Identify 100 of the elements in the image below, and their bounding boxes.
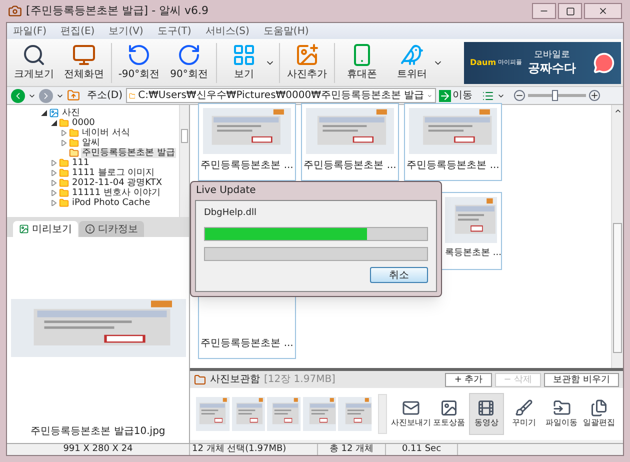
photo-icon bbox=[440, 399, 458, 417]
image-icon bbox=[19, 224, 29, 234]
collapse-arrow-icon[interactable] bbox=[41, 110, 47, 116]
magnifier-icon bbox=[22, 43, 46, 67]
menu-item[interactable]: 파일(F) bbox=[13, 24, 47, 38]
folder-icon bbox=[59, 158, 69, 168]
tree-item[interactable]: 사진 bbox=[61, 108, 81, 118]
expand-arrow-icon[interactable] bbox=[51, 160, 57, 166]
close-icon bbox=[598, 6, 608, 16]
folder-icon bbox=[128, 90, 136, 100]
thumbnail-label: 록등본초본 ... bbox=[445, 247, 502, 260]
brush-icon bbox=[514, 399, 533, 417]
tree-item[interactable]: iPod Photo Cache bbox=[71, 198, 152, 208]
tree-item[interactable]: 2012-11-04 광명KTX bbox=[71, 178, 164, 188]
expand-arrow-icon[interactable] bbox=[51, 170, 57, 176]
scrollbar[interactable] bbox=[611, 105, 623, 368]
bird-icon bbox=[400, 43, 424, 67]
action-button[interactable]: 동영상 bbox=[468, 393, 504, 435]
menu-item[interactable]: 도구(T) bbox=[157, 24, 192, 38]
photo-box-title: 사진보관함 bbox=[210, 373, 260, 387]
scroll-up-icon[interactable] bbox=[614, 107, 622, 115]
toolbar-button[interactable]: 전체화면 bbox=[59, 40, 109, 84]
panel-tab[interactable]: 미리보기 bbox=[13, 221, 78, 237]
toolbar-button[interactable]: 보기 bbox=[219, 40, 269, 84]
files-icon bbox=[590, 399, 608, 417]
window-title: [주민등록등본초본 발급] - 알씨 v6.9 bbox=[26, 2, 209, 19]
maximize-button[interactable] bbox=[558, 3, 582, 19]
tree-item[interactable]: 네이버 서식 bbox=[81, 128, 131, 138]
folder-icon bbox=[69, 148, 79, 158]
expand-arrow-icon[interactable] bbox=[61, 140, 67, 146]
photo-box-button[interactable]: 보관함 비우기 bbox=[544, 372, 619, 386]
folder-icon bbox=[69, 138, 79, 148]
folder-icon bbox=[59, 118, 69, 128]
app-icon bbox=[8, 4, 22, 18]
expand-arrow-icon[interactable] bbox=[51, 180, 57, 186]
status-text: 12 개체 선택(1.97MB) bbox=[190, 444, 318, 455]
slider-thumb[interactable] bbox=[552, 90, 558, 101]
menu-item[interactable]: 서비스(S) bbox=[205, 24, 250, 38]
address-label: 주소(D) bbox=[87, 89, 123, 103]
rotate-right-icon bbox=[177, 43, 201, 67]
tree-item[interactable]: 0000 bbox=[71, 118, 96, 128]
rotate-left-icon bbox=[127, 43, 151, 67]
action-button[interactable]: 파일이동 bbox=[544, 393, 580, 435]
folder-icon bbox=[59, 198, 69, 208]
image-caption: 주민등록등본초본 발급10.jpg bbox=[30, 425, 166, 439]
expand-arrow-icon[interactable] bbox=[51, 190, 57, 196]
tree-item[interactable]: 11111 변호사 이야기 bbox=[71, 188, 162, 198]
folder-icon bbox=[59, 168, 69, 178]
thumbnail-card[interactable]: 주민등록등본초본 ... bbox=[404, 103, 502, 181]
thumbnail-card[interactable]: 주민등록등본초본 ... bbox=[301, 103, 399, 181]
menu-item[interactable]: 편집(E) bbox=[60, 24, 95, 38]
cancel-button[interactable]: 취소 bbox=[370, 266, 428, 282]
film-icon bbox=[477, 399, 496, 417]
thumbnail-label: 주민등록등본초본 ... bbox=[200, 337, 294, 351]
scrollbar[interactable] bbox=[378, 394, 387, 434]
maximize-icon bbox=[566, 6, 574, 16]
go-button[interactable]: 이동 bbox=[438, 88, 473, 103]
tree-item[interactable]: 알씨 bbox=[81, 138, 101, 148]
file-name: DbgHelp.dll bbox=[204, 207, 258, 220]
action-button[interactable]: 일괄편집 bbox=[581, 393, 617, 435]
zoom-in-icon[interactable] bbox=[588, 90, 600, 101]
scrollbar[interactable] bbox=[179, 105, 189, 217]
folder-icon bbox=[59, 178, 69, 188]
toolbar-button[interactable]: 트위터 bbox=[387, 40, 437, 84]
menu-item[interactable]: 도움말(H) bbox=[263, 24, 309, 38]
action-button[interactable]: 사진보내기 bbox=[392, 393, 429, 435]
toolbar-button[interactable]: 휴대폰 bbox=[337, 40, 387, 84]
chat-bubble-icon bbox=[593, 52, 615, 74]
folder-icon bbox=[69, 128, 79, 138]
thumbnail-label: 주민등록등본초본 ... bbox=[200, 159, 294, 173]
expand-arrow-icon[interactable] bbox=[61, 130, 67, 136]
folder-arrow-icon bbox=[552, 399, 571, 417]
panel-tab[interactable]: 디카정보 bbox=[79, 221, 144, 237]
photo-box-button[interactable]: + 추가 bbox=[445, 372, 492, 386]
thumbnail-label: 주민등록등본초본 ... bbox=[406, 159, 500, 173]
tree-item[interactable]: 주민등록등본초본 발급 bbox=[81, 148, 176, 158]
toolbar-button[interactable]: 크게보기 bbox=[9, 40, 59, 84]
brand-logo: Daum bbox=[470, 56, 496, 68]
toolbar-button[interactable]: -90°회전 bbox=[114, 40, 164, 84]
grid-icon bbox=[232, 43, 256, 67]
collapse-arrow-icon[interactable] bbox=[51, 120, 57, 126]
picture-folder-icon bbox=[49, 108, 59, 118]
expand-arrow-icon[interactable] bbox=[51, 200, 57, 206]
status-text: 총 12 개체 bbox=[318, 444, 386, 455]
action-button[interactable]: 포토상품 bbox=[430, 393, 467, 435]
image-plus-icon bbox=[295, 43, 319, 67]
tree-item[interactable]: 1111 블로그 이미지 bbox=[71, 168, 156, 178]
zoom-out-icon[interactable] bbox=[514, 90, 525, 101]
toolbar-button[interactable]: 사진추가 bbox=[282, 40, 332, 84]
thumbnail-card[interactable]: 주민등록등본초본 ... bbox=[198, 103, 296, 181]
envelope-icon bbox=[402, 399, 420, 417]
dialog-title: Live Update bbox=[195, 184, 257, 198]
close-button[interactable] bbox=[584, 3, 622, 19]
thumbnail-label: 주민등록등본초본 ... bbox=[302, 159, 398, 173]
info-icon bbox=[85, 224, 95, 234]
tree-item[interactable]: 111 bbox=[71, 158, 90, 168]
action-button[interactable]: 꾸미기 bbox=[506, 393, 542, 435]
menu-item[interactable]: 보기(V) bbox=[108, 24, 144, 38]
banner-text: 모바일로 bbox=[534, 50, 570, 60]
toolbar-button[interactable]: 90°회전 bbox=[164, 40, 214, 84]
